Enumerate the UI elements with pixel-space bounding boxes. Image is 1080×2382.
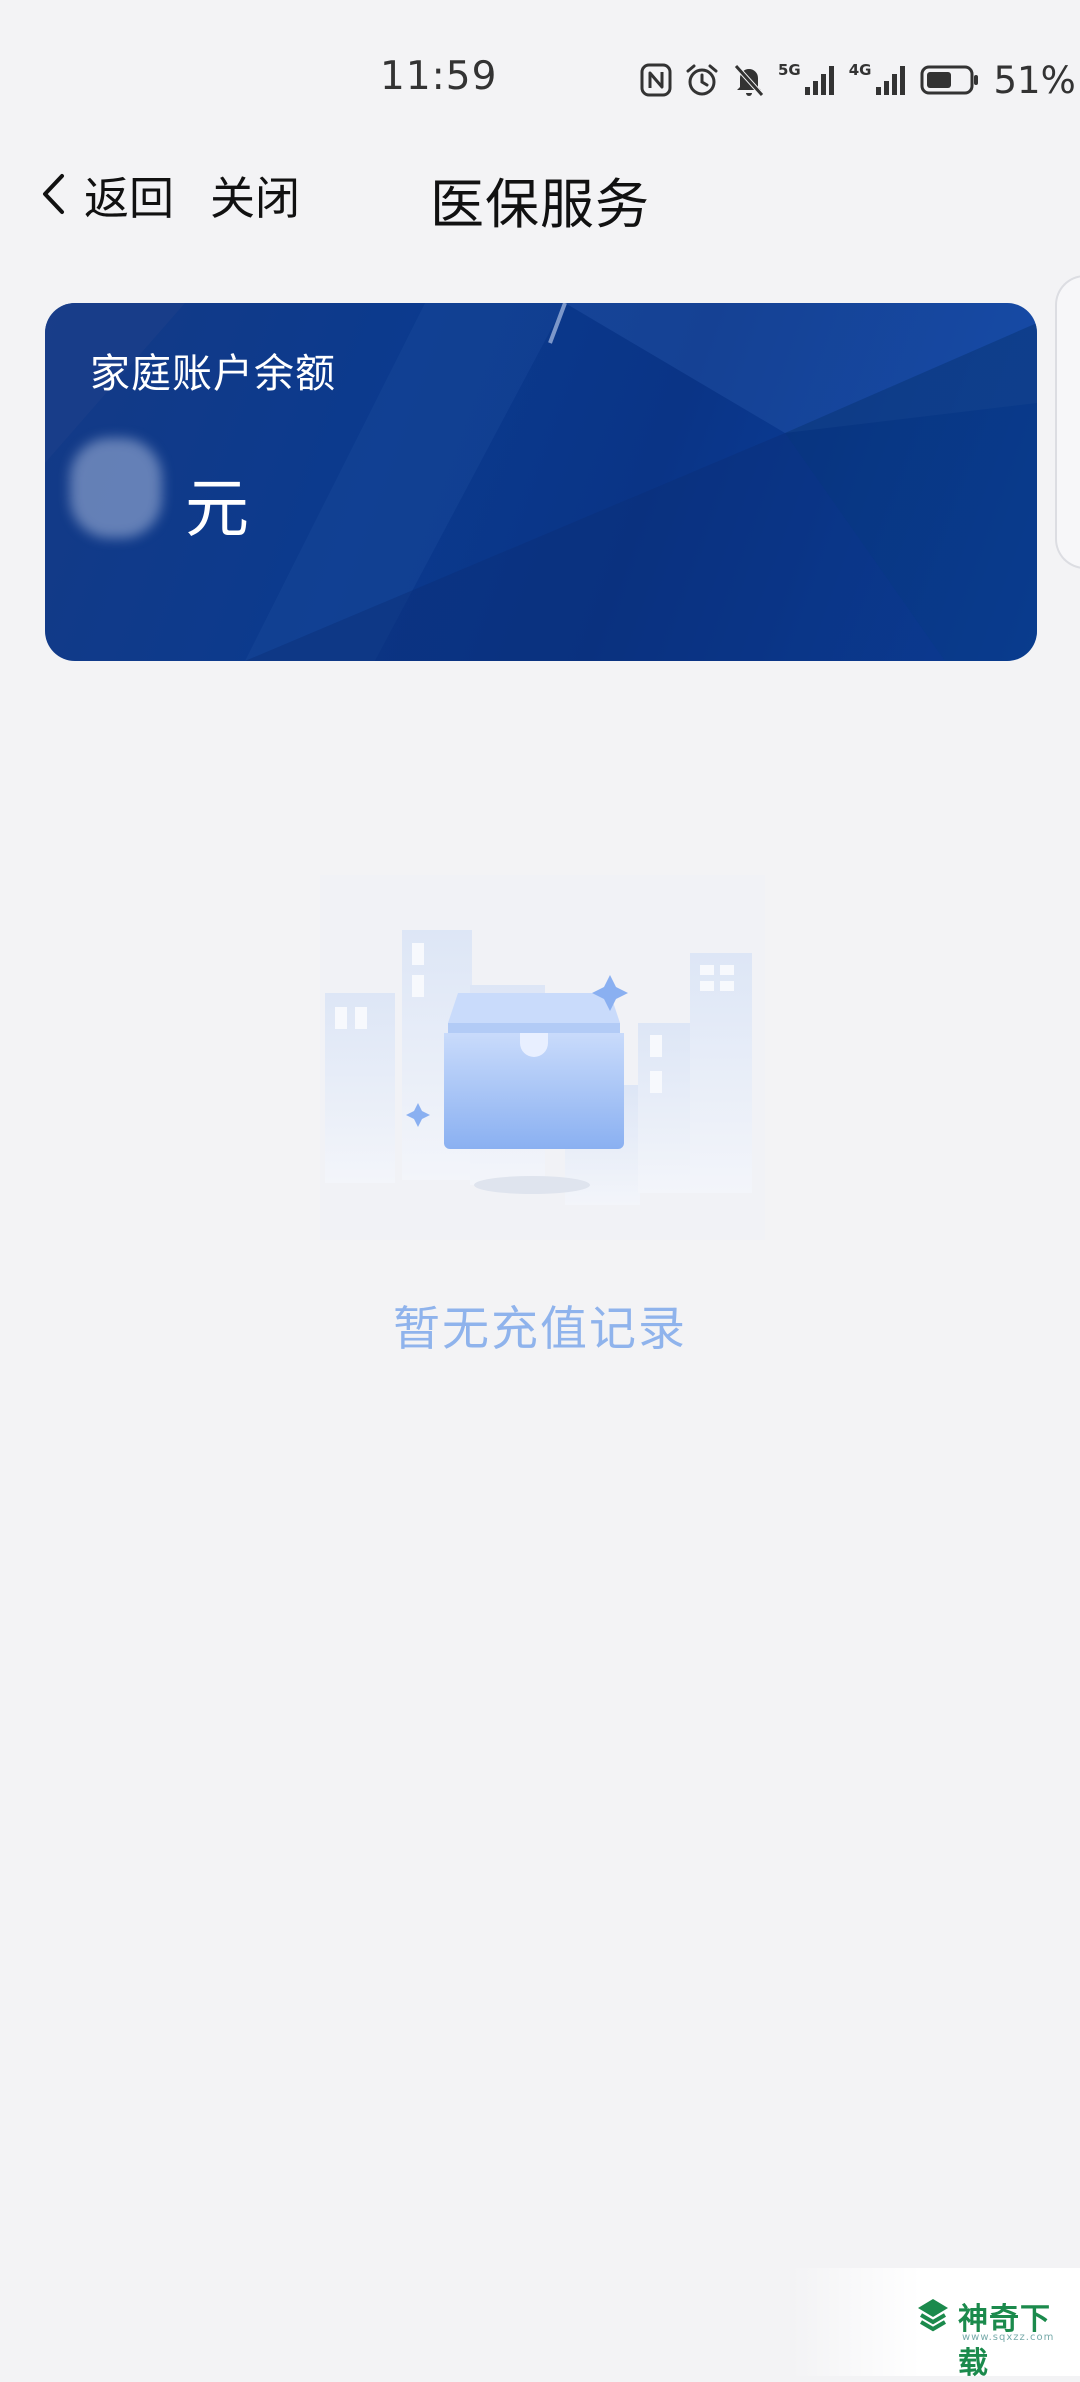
signal-5g-icon: 5G (778, 63, 837, 97)
status-icons: 5G 4G 51% (640, 58, 1076, 102)
status-time: 11:59 (380, 54, 498, 99)
watermark: 神奇下载 www.sqxzz.com (790, 2268, 1080, 2381)
watermark-logo-icon (918, 2299, 948, 2332)
signal-4g-icon: 4G (849, 63, 908, 97)
balance-unit: 元 (185, 473, 249, 547)
empty-box-illustration (320, 875, 765, 1240)
nfc-icon (640, 63, 672, 97)
battery-icon (920, 65, 978, 95)
side-panel-edge[interactable] (1055, 275, 1080, 569)
balance-amount-redacted (70, 438, 162, 538)
nav-bar: 返回 关闭 医保服务 (0, 150, 1080, 240)
watermark-subtext: www.sqxzz.com (962, 2332, 1055, 2343)
family-account-balance-card[interactable]: 家庭账户余额 元 (45, 303, 1037, 661)
empty-state-message: 暂无充值记录 (393, 1302, 687, 1357)
card-label: 家庭账户余额 (90, 351, 336, 397)
signal-4g-label: 4G (848, 61, 872, 79)
battery-percent: 51% (993, 58, 1076, 102)
page-title: 医保服务 (430, 173, 650, 236)
signal-5g-label: 5G (778, 61, 801, 79)
status-bar: 11:59 5G 4G 51% (0, 0, 1080, 150)
alarm-icon (686, 64, 718, 96)
mute-icon (734, 64, 764, 97)
